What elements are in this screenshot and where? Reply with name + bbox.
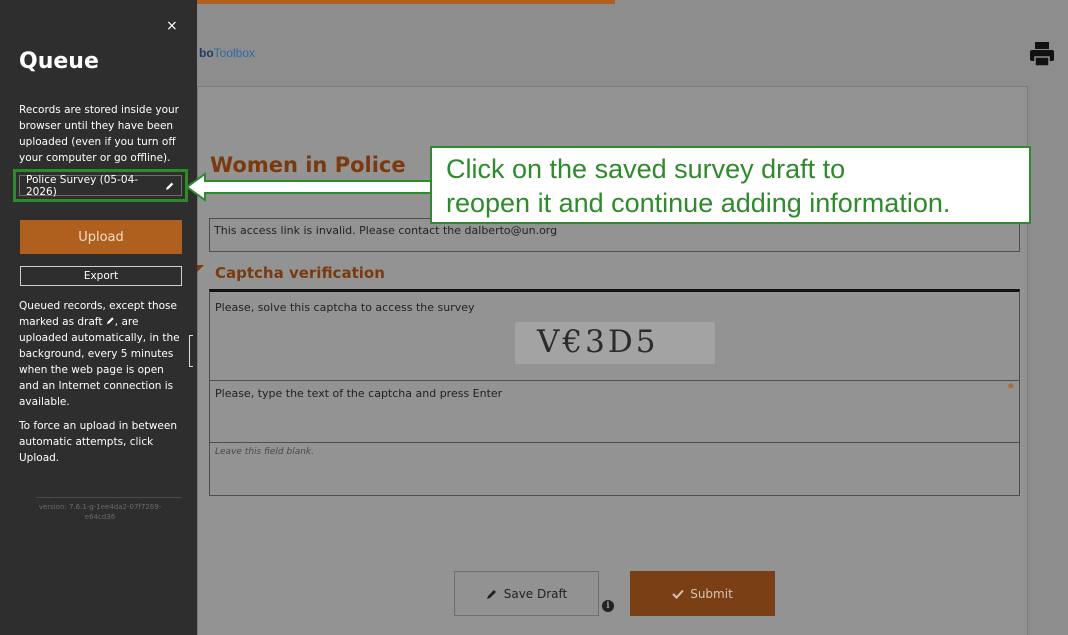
queued-desc-part2: , are uploaded automatically, in the bac… bbox=[19, 316, 180, 408]
queue-sidebar: × Queue Records are stored inside your b… bbox=[0, 0, 197, 635]
captcha-question-label: Please, solve this captcha to access the… bbox=[215, 301, 475, 314]
queued-record-label: Police Survey (05-04-2026) bbox=[26, 173, 139, 198]
resize-handle[interactable] bbox=[189, 335, 193, 367]
force-upload-description: To force an upload in between automatic … bbox=[19, 420, 178, 464]
save-draft-button[interactable]: Save Draft bbox=[454, 571, 599, 616]
collapse-caret-icon[interactable] bbox=[197, 265, 204, 272]
captcha-text: V€3D5 bbox=[537, 324, 659, 360]
captcha-group: Please, solve this captcha to access the… bbox=[209, 289, 1020, 496]
submit-button[interactable]: Submit bbox=[630, 571, 775, 616]
upload-button[interactable]: Upload bbox=[20, 220, 182, 254]
info-icon[interactable]: i bbox=[602, 600, 614, 612]
captcha-answer-question[interactable]: Please, type the text of the captcha and… bbox=[210, 381, 1019, 443]
pencil-icon bbox=[166, 182, 174, 190]
captcha-image: V€3D5 bbox=[515, 322, 715, 364]
queue-description: Records are stored inside your browser u… bbox=[19, 104, 179, 164]
screen: boToolbox Women in Police This access li… bbox=[0, 0, 1068, 635]
pencil-icon bbox=[106, 317, 114, 325]
queue-title: Queue bbox=[19, 49, 99, 74]
callout-arrow-icon bbox=[185, 172, 432, 202]
honeypot-label: Leave this field blank. bbox=[215, 447, 315, 457]
save-draft-label: Save Draft bbox=[503, 586, 568, 601]
loading-bar bbox=[197, 0, 615, 4]
captcha-answer-label: Please, type the text of the captcha and… bbox=[215, 387, 503, 400]
queued-record-highlight[interactable]: Police Survey (05-04-2026) bbox=[13, 169, 188, 202]
queued-records-description: Queued records, except those marked as d… bbox=[19, 298, 184, 410]
captcha-question: Please, solve this captcha to access the… bbox=[210, 292, 1019, 381]
printer-icon[interactable] bbox=[1028, 40, 1056, 68]
checkmark-icon bbox=[672, 589, 684, 599]
submit-label: Submit bbox=[690, 586, 733, 601]
queued-desc-part1: Queued records, except those marked as d… bbox=[19, 300, 177, 328]
notice-text: This access link is invalid. Please cont… bbox=[214, 224, 558, 237]
version-text: version: 7.6.1-g-1ee4da2-07f7269-e64cd36 bbox=[38, 503, 162, 521]
close-icon[interactable]: × bbox=[166, 18, 178, 34]
group-title[interactable]: Captcha verification bbox=[215, 264, 385, 282]
callout-line-2: reopen it and continue adding informatio… bbox=[446, 188, 951, 218]
required-marker: * bbox=[1007, 381, 1014, 395]
queued-record[interactable]: Police Survey (05-04-2026) bbox=[19, 173, 182, 198]
export-button[interactable]: Export bbox=[20, 266, 182, 286]
pencil-icon bbox=[486, 589, 496, 599]
divider bbox=[36, 497, 182, 498]
brand-logo: boToolbox bbox=[199, 46, 256, 60]
callout-line-1: Click on the saved survey draft to bbox=[446, 154, 846, 184]
instruction-callout: Click on the saved survey draft to reope… bbox=[430, 146, 1031, 224]
honeypot-question[interactable]: Leave this field blank. bbox=[210, 443, 1019, 496]
